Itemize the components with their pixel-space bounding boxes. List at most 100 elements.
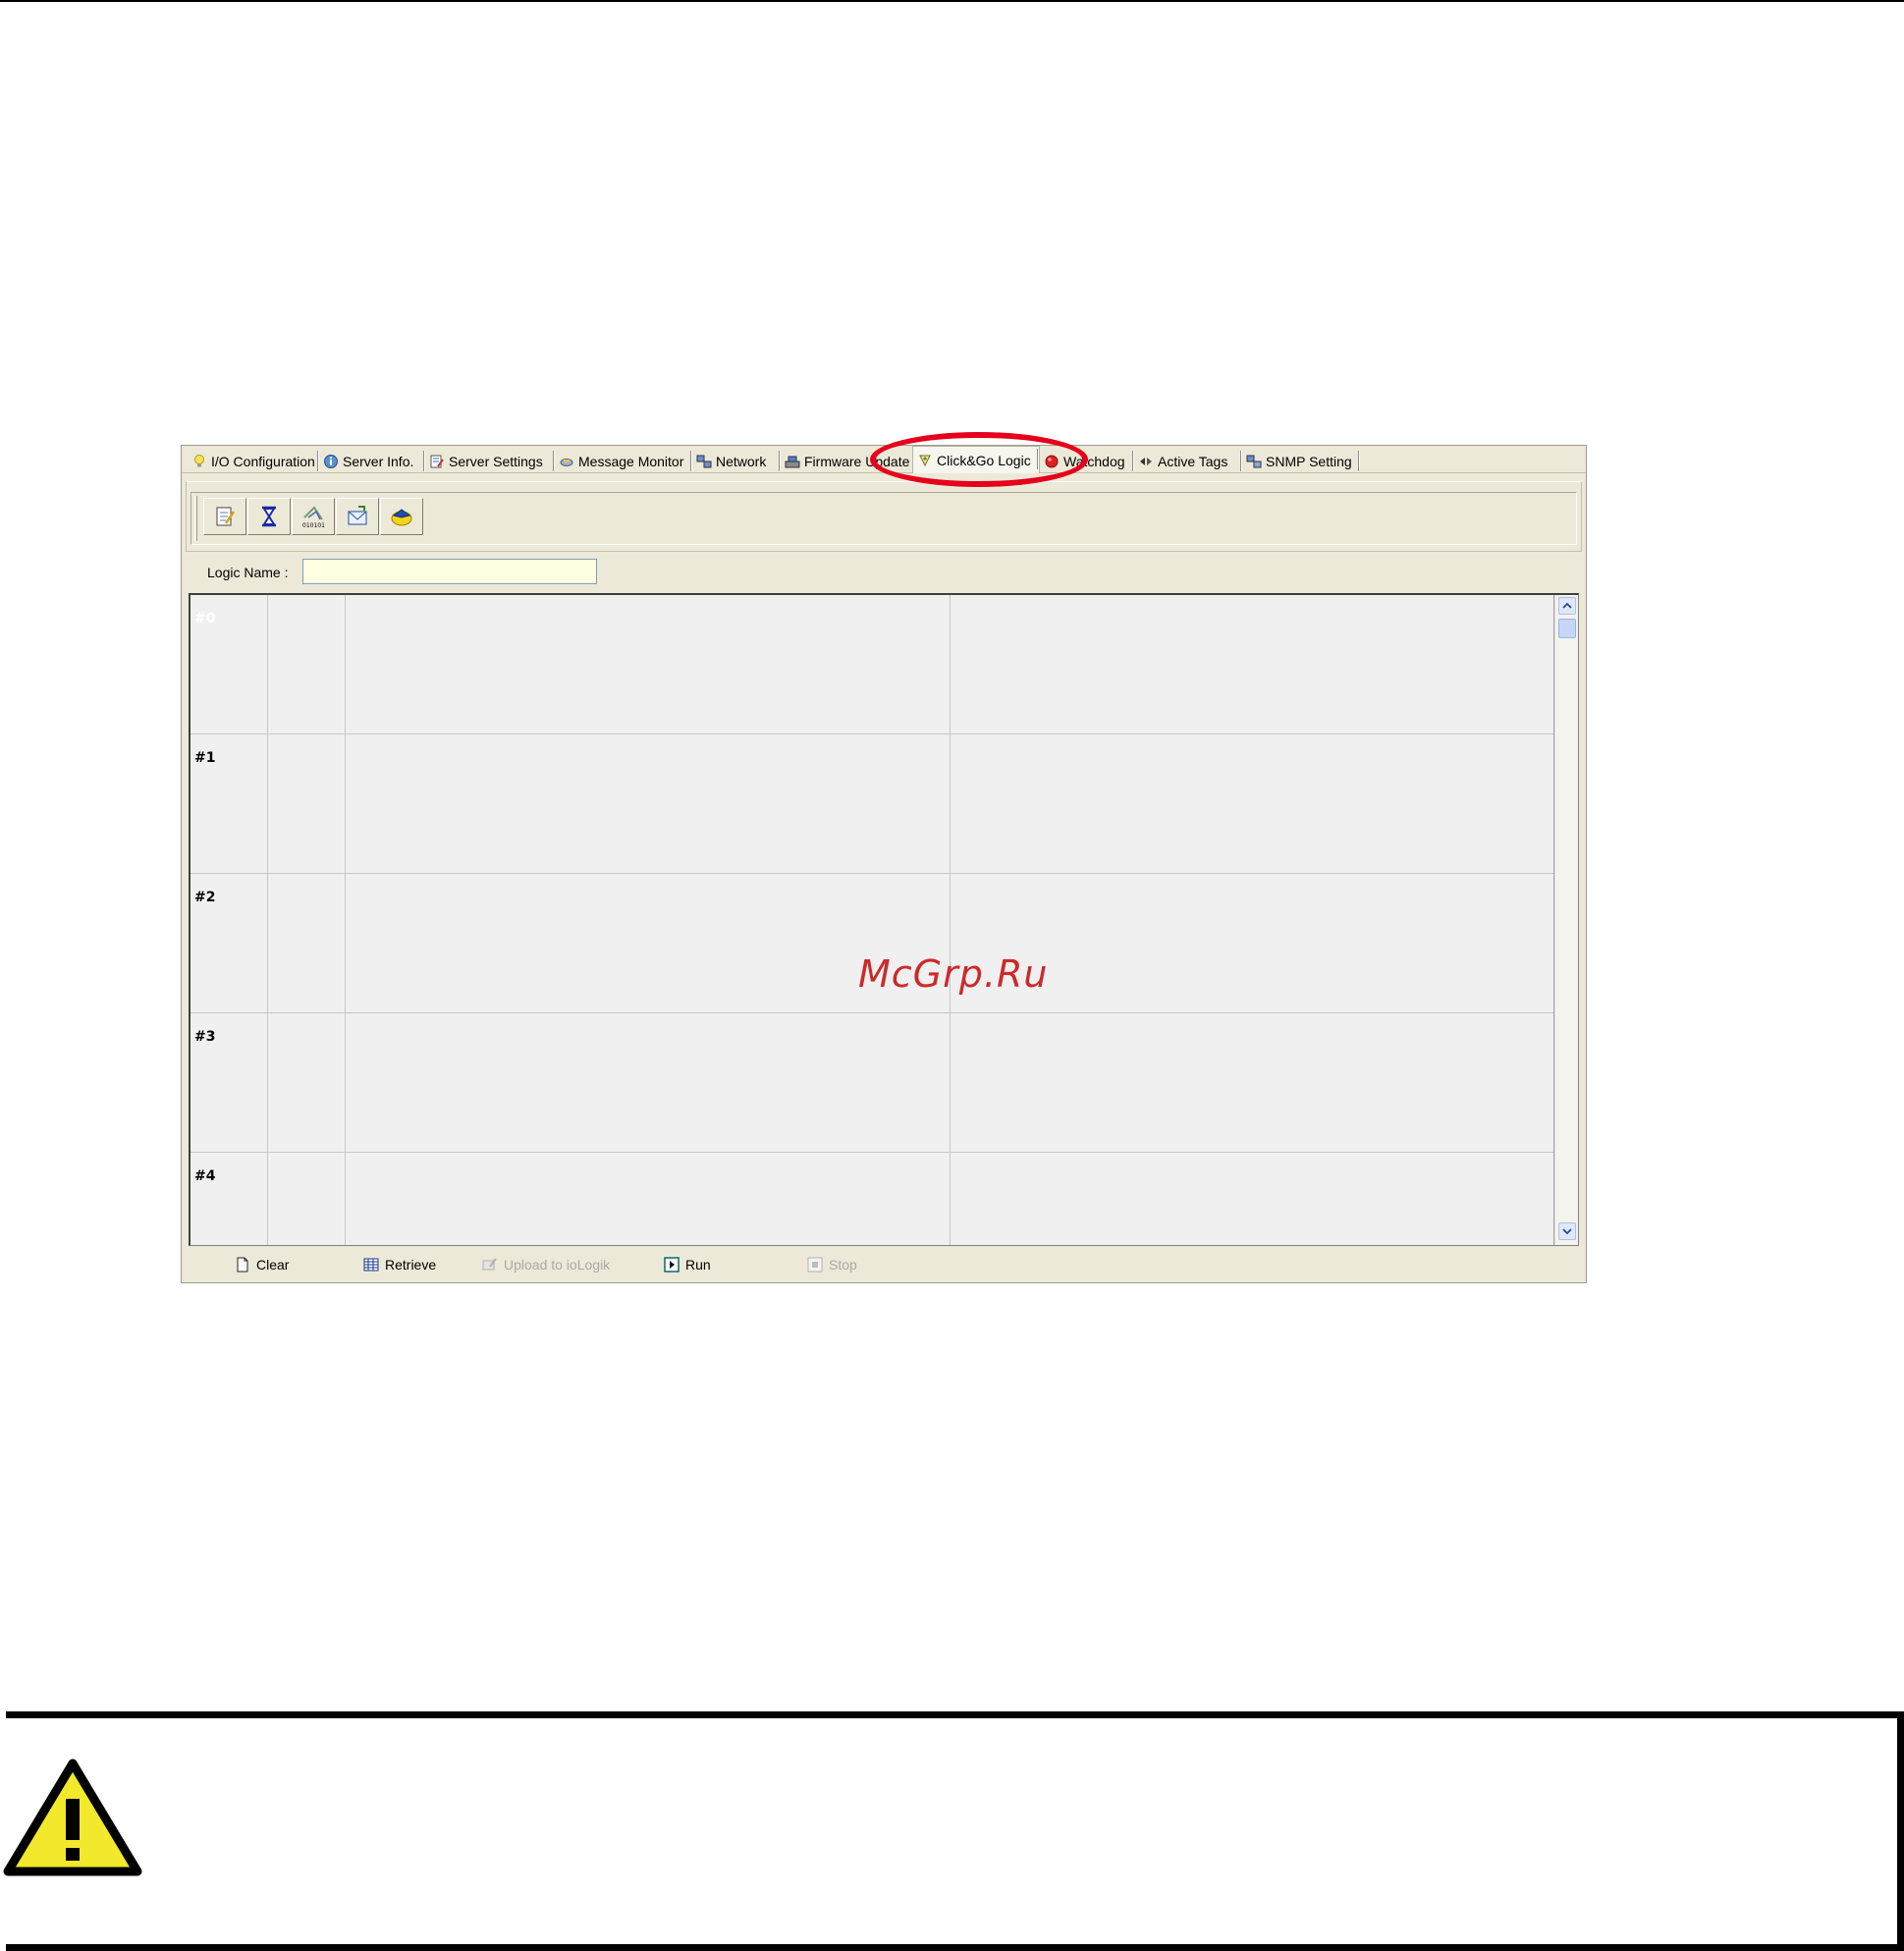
logic-rules-grid: #0 #1 #2 #3 #4 xyxy=(189,593,1579,1246)
rule-if-cell[interactable] xyxy=(346,1013,951,1153)
tab-watchdog[interactable]: Watchdog xyxy=(1040,449,1134,473)
action-bar: Clear Retrieve Upload to ioLogik Run Sto… xyxy=(186,1250,1582,1278)
tab-firmware-update[interactable]: Firmware Update xyxy=(781,449,912,473)
watchdog-icon xyxy=(1044,454,1060,469)
rule-label: #0 xyxy=(194,611,216,626)
rule-enable-cell[interactable] xyxy=(268,874,346,1013)
retrieve-label: Retrieve xyxy=(385,1257,437,1273)
stop-icon xyxy=(807,1257,823,1273)
tab-message-monitor[interactable]: Message Monitor xyxy=(555,449,692,473)
rule-row-4[interactable]: #4 xyxy=(190,1153,1554,1245)
tab-server-info[interactable]: Server Info. xyxy=(319,449,425,473)
top-rule xyxy=(0,0,1904,2)
binary-signal-icon: 010101 xyxy=(302,506,325,529)
tab-active-tags[interactable]: Active Tags xyxy=(1134,449,1242,473)
logic-icon xyxy=(917,453,933,468)
toolbar: 010101 xyxy=(190,492,1577,545)
tab-label: Server Settings xyxy=(449,453,543,469)
watermark-text: McGrp.Ru xyxy=(858,952,1049,996)
tab-label: Watchdog xyxy=(1063,453,1125,469)
run-label: Run xyxy=(685,1257,711,1273)
scroll-thumb[interactable] xyxy=(1558,619,1576,638)
tab-label: I/O Configuration xyxy=(211,453,315,469)
iologik-app-window: I/O Configuration Server Info. Server Se… xyxy=(181,445,1587,1283)
upload-label: Upload to ioLogik xyxy=(504,1257,611,1273)
rule-label: #2 xyxy=(194,890,216,905)
tab-network[interactable]: Network xyxy=(692,449,781,473)
run-button[interactable]: Run xyxy=(664,1255,711,1274)
edit-logic-button[interactable] xyxy=(203,498,246,535)
rule-then-cell[interactable] xyxy=(951,1153,1554,1245)
rule-then-cell[interactable] xyxy=(951,734,1554,874)
settings-document-icon xyxy=(429,454,445,469)
edit-notepad-icon xyxy=(216,507,236,526)
upload-icon xyxy=(482,1257,498,1273)
rule-if-cell[interactable] xyxy=(346,1153,951,1245)
toolbar-grip[interactable] xyxy=(194,496,197,541)
chevron-down-icon xyxy=(1562,1228,1572,1235)
rule-if-cell[interactable] xyxy=(346,734,951,874)
click-go-logic-panel: 010101 Logic Name: #0 #1 #2 #3 #4 Clear… xyxy=(186,481,1582,1278)
snmp-trap-button[interactable] xyxy=(380,498,423,535)
vertical-scrollbar[interactable] xyxy=(1554,595,1578,1244)
stop-label: Stop xyxy=(829,1257,857,1273)
clear-button[interactable]: Clear xyxy=(235,1255,289,1274)
chevron-up-icon xyxy=(1562,602,1572,609)
rule-enable-cell[interactable] xyxy=(268,1013,346,1153)
table-grid-icon xyxy=(363,1257,379,1273)
message-icon xyxy=(559,454,574,469)
hourglass-timer-icon xyxy=(262,506,276,527)
warning-triangle-icon xyxy=(3,1759,142,1876)
tab-label: Click&Go Logic xyxy=(937,452,1031,468)
rule-if-cell[interactable] xyxy=(346,595,951,734)
snmp-icon xyxy=(1246,454,1262,469)
active-tags-icon xyxy=(1138,454,1154,469)
rule-index-cell: #2 xyxy=(190,874,268,1013)
toolbar-frame: 010101 xyxy=(186,481,1582,552)
rule-label: #3 xyxy=(194,1029,216,1045)
email-icon xyxy=(348,506,367,525)
email-button[interactable] xyxy=(336,498,379,535)
tab-io-configuration[interactable]: I/O Configuration xyxy=(188,449,319,473)
rule-then-cell[interactable] xyxy=(951,1013,1554,1153)
tab-bar: I/O Configuration Server Info. Server Se… xyxy=(182,446,1586,473)
retrieve-button[interactable]: Retrieve xyxy=(363,1255,436,1274)
network-icon xyxy=(696,454,712,469)
tab-label: Active Tags xyxy=(1158,453,1228,469)
scroll-down-button[interactable] xyxy=(1558,1222,1576,1240)
rule-label: #4 xyxy=(194,1168,216,1184)
warning-box xyxy=(6,1711,1904,1951)
logic-name-row: Logic Name : xyxy=(186,554,1582,591)
logic-name-label: Logic Name : xyxy=(207,565,289,580)
firmware-icon xyxy=(785,454,800,469)
signal-button[interactable]: 010101 xyxy=(292,498,335,535)
timer-button[interactable] xyxy=(247,498,291,535)
tab-label: Network xyxy=(716,453,767,469)
tab-server-settings[interactable]: Server Settings xyxy=(425,449,555,473)
rule-enable-cell[interactable] xyxy=(268,595,346,734)
scroll-up-button[interactable] xyxy=(1558,597,1576,615)
tab-click-go-logic[interactable]: Click&Go Logic xyxy=(912,446,1040,473)
upload-to-iologik-button[interactable]: Upload to ioLogik xyxy=(482,1255,610,1274)
rule-label: #1 xyxy=(194,750,216,766)
tab-label: Message Monitor xyxy=(578,453,684,469)
new-page-icon xyxy=(235,1257,250,1273)
svg-text:010101: 010101 xyxy=(302,522,325,529)
rule-index-cell: #4 xyxy=(190,1153,268,1245)
snmp-trap-icon xyxy=(391,509,412,526)
rule-row-0[interactable]: #0 xyxy=(190,595,1554,734)
globe-info-icon xyxy=(323,454,339,469)
rule-then-cell[interactable] xyxy=(951,595,1554,734)
rule-enable-cell[interactable] xyxy=(268,734,346,874)
tab-snmp-setting[interactable]: SNMP Setting xyxy=(1242,449,1360,473)
lightbulb-icon xyxy=(191,454,207,469)
tab-label: SNMP Setting xyxy=(1266,453,1352,469)
clear-label: Clear xyxy=(256,1257,290,1273)
tab-label: Server Info. xyxy=(343,453,414,469)
rule-enable-cell[interactable] xyxy=(268,1153,346,1245)
stop-button[interactable]: Stop xyxy=(807,1255,857,1274)
logic-name-input[interactable] xyxy=(302,559,597,584)
rule-row-1[interactable]: #1 xyxy=(190,734,1554,874)
play-icon xyxy=(664,1257,680,1273)
rule-row-3[interactable]: #3 xyxy=(190,1013,1554,1153)
